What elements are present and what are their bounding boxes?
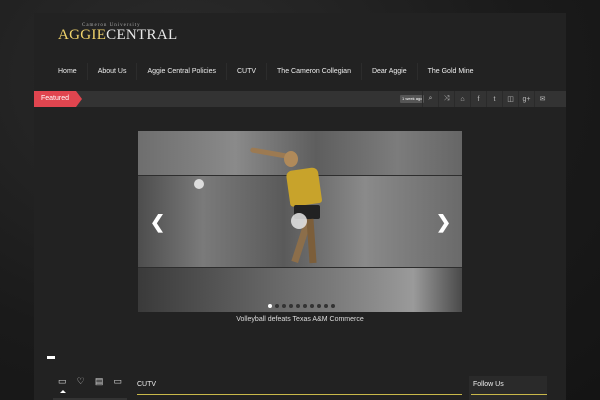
follow-us-title: Follow Us — [473, 381, 504, 388]
comments-icon[interactable]: ▤ — [95, 376, 104, 387]
slider-dot[interactable] — [310, 304, 314, 308]
home-icon[interactable]: ⌂ — [454, 91, 470, 107]
slider-dot[interactable] — [282, 304, 286, 308]
slider-dot[interactable] — [331, 304, 335, 308]
nav-item-home[interactable]: Home — [48, 63, 88, 80]
featured-slider[interactable]: ❮ ❯ — [138, 131, 462, 312]
featured-tag: Featured — [34, 91, 82, 107]
folder-icon[interactable]: ▭ — [58, 376, 67, 393]
section-title-cutv: CUTV — [137, 381, 157, 388]
slide-caption[interactable]: Volleyball defeats Texas A&M Commerce — [138, 316, 462, 323]
tag-icon[interactable]: ▭ — [113, 376, 122, 387]
slider-prev-arrow-icon[interactable]: ❮ — [150, 213, 165, 231]
slider-dot[interactable] — [317, 304, 321, 308]
slider-dot[interactable] — [296, 304, 300, 308]
heart-icon[interactable]: ♡ — [77, 376, 85, 387]
follow-underline — [471, 394, 547, 395]
sidebar-tabs: ▭ ♡ ▤ ▭ — [53, 376, 127, 400]
slider-dot[interactable] — [324, 304, 328, 308]
search-icon[interactable]: ⌕ — [422, 91, 438, 107]
time-filter-button[interactable]: 1 week ago — [400, 95, 425, 103]
volleyball — [194, 179, 204, 189]
slider-dots — [268, 304, 335, 308]
slider-dot[interactable] — [268, 304, 272, 308]
logo-central: CENTRAL — [106, 27, 178, 43]
shuffle-icon[interactable]: ⤨ — [438, 91, 454, 107]
section-underline — [137, 394, 462, 395]
twitter-icon[interactable]: t — [486, 91, 502, 107]
nav-item-collegian[interactable]: The Cameron Collegian — [267, 63, 362, 80]
nav-item-dear-aggie[interactable]: Dear Aggie — [362, 63, 418, 80]
slider-dot[interactable] — [303, 304, 307, 308]
nav-item-about-us[interactable]: About Us — [88, 63, 138, 80]
nav-item-cutv[interactable]: CUTV — [227, 63, 268, 80]
player-jersey — [285, 166, 323, 208]
rss-icon[interactable]: ◫ — [502, 91, 518, 107]
slider-dot[interactable] — [275, 304, 279, 308]
mail-icon[interactable]: ✉ — [534, 91, 550, 107]
slider-play-indicator[interactable] — [291, 213, 307, 229]
player-head — [284, 151, 298, 167]
nav-item-gold-mine[interactable]: The Gold Mine — [418, 63, 484, 80]
slider-dot[interactable] — [289, 304, 293, 308]
nav-item-policies[interactable]: Aggie Central Policies — [137, 63, 227, 80]
site-wrapper: Cameron University AGGIECENTRAL Home Abo… — [34, 13, 566, 400]
google-plus-icon[interactable]: g+ — [518, 91, 534, 107]
logo-aggie: AGGIE — [58, 27, 107, 43]
logo-wordmark: AGGIECENTRAL — [58, 27, 177, 44]
main-nav: Home About Us Aggie Central Policies CUT… — [48, 63, 484, 80]
section-marker — [47, 356, 55, 359]
slider-next-arrow-icon[interactable]: ❯ — [436, 213, 451, 231]
facebook-icon[interactable]: f — [470, 91, 486, 107]
featured-bar: Featured 1 week ago ⌕ ⤨ ⌂ f t ◫ g+ ✉ — [34, 91, 566, 107]
follow-us-widget — [469, 376, 547, 400]
bar-icon-group: ⌕ ⤨ ⌂ f t ◫ g+ ✉ — [422, 91, 550, 107]
